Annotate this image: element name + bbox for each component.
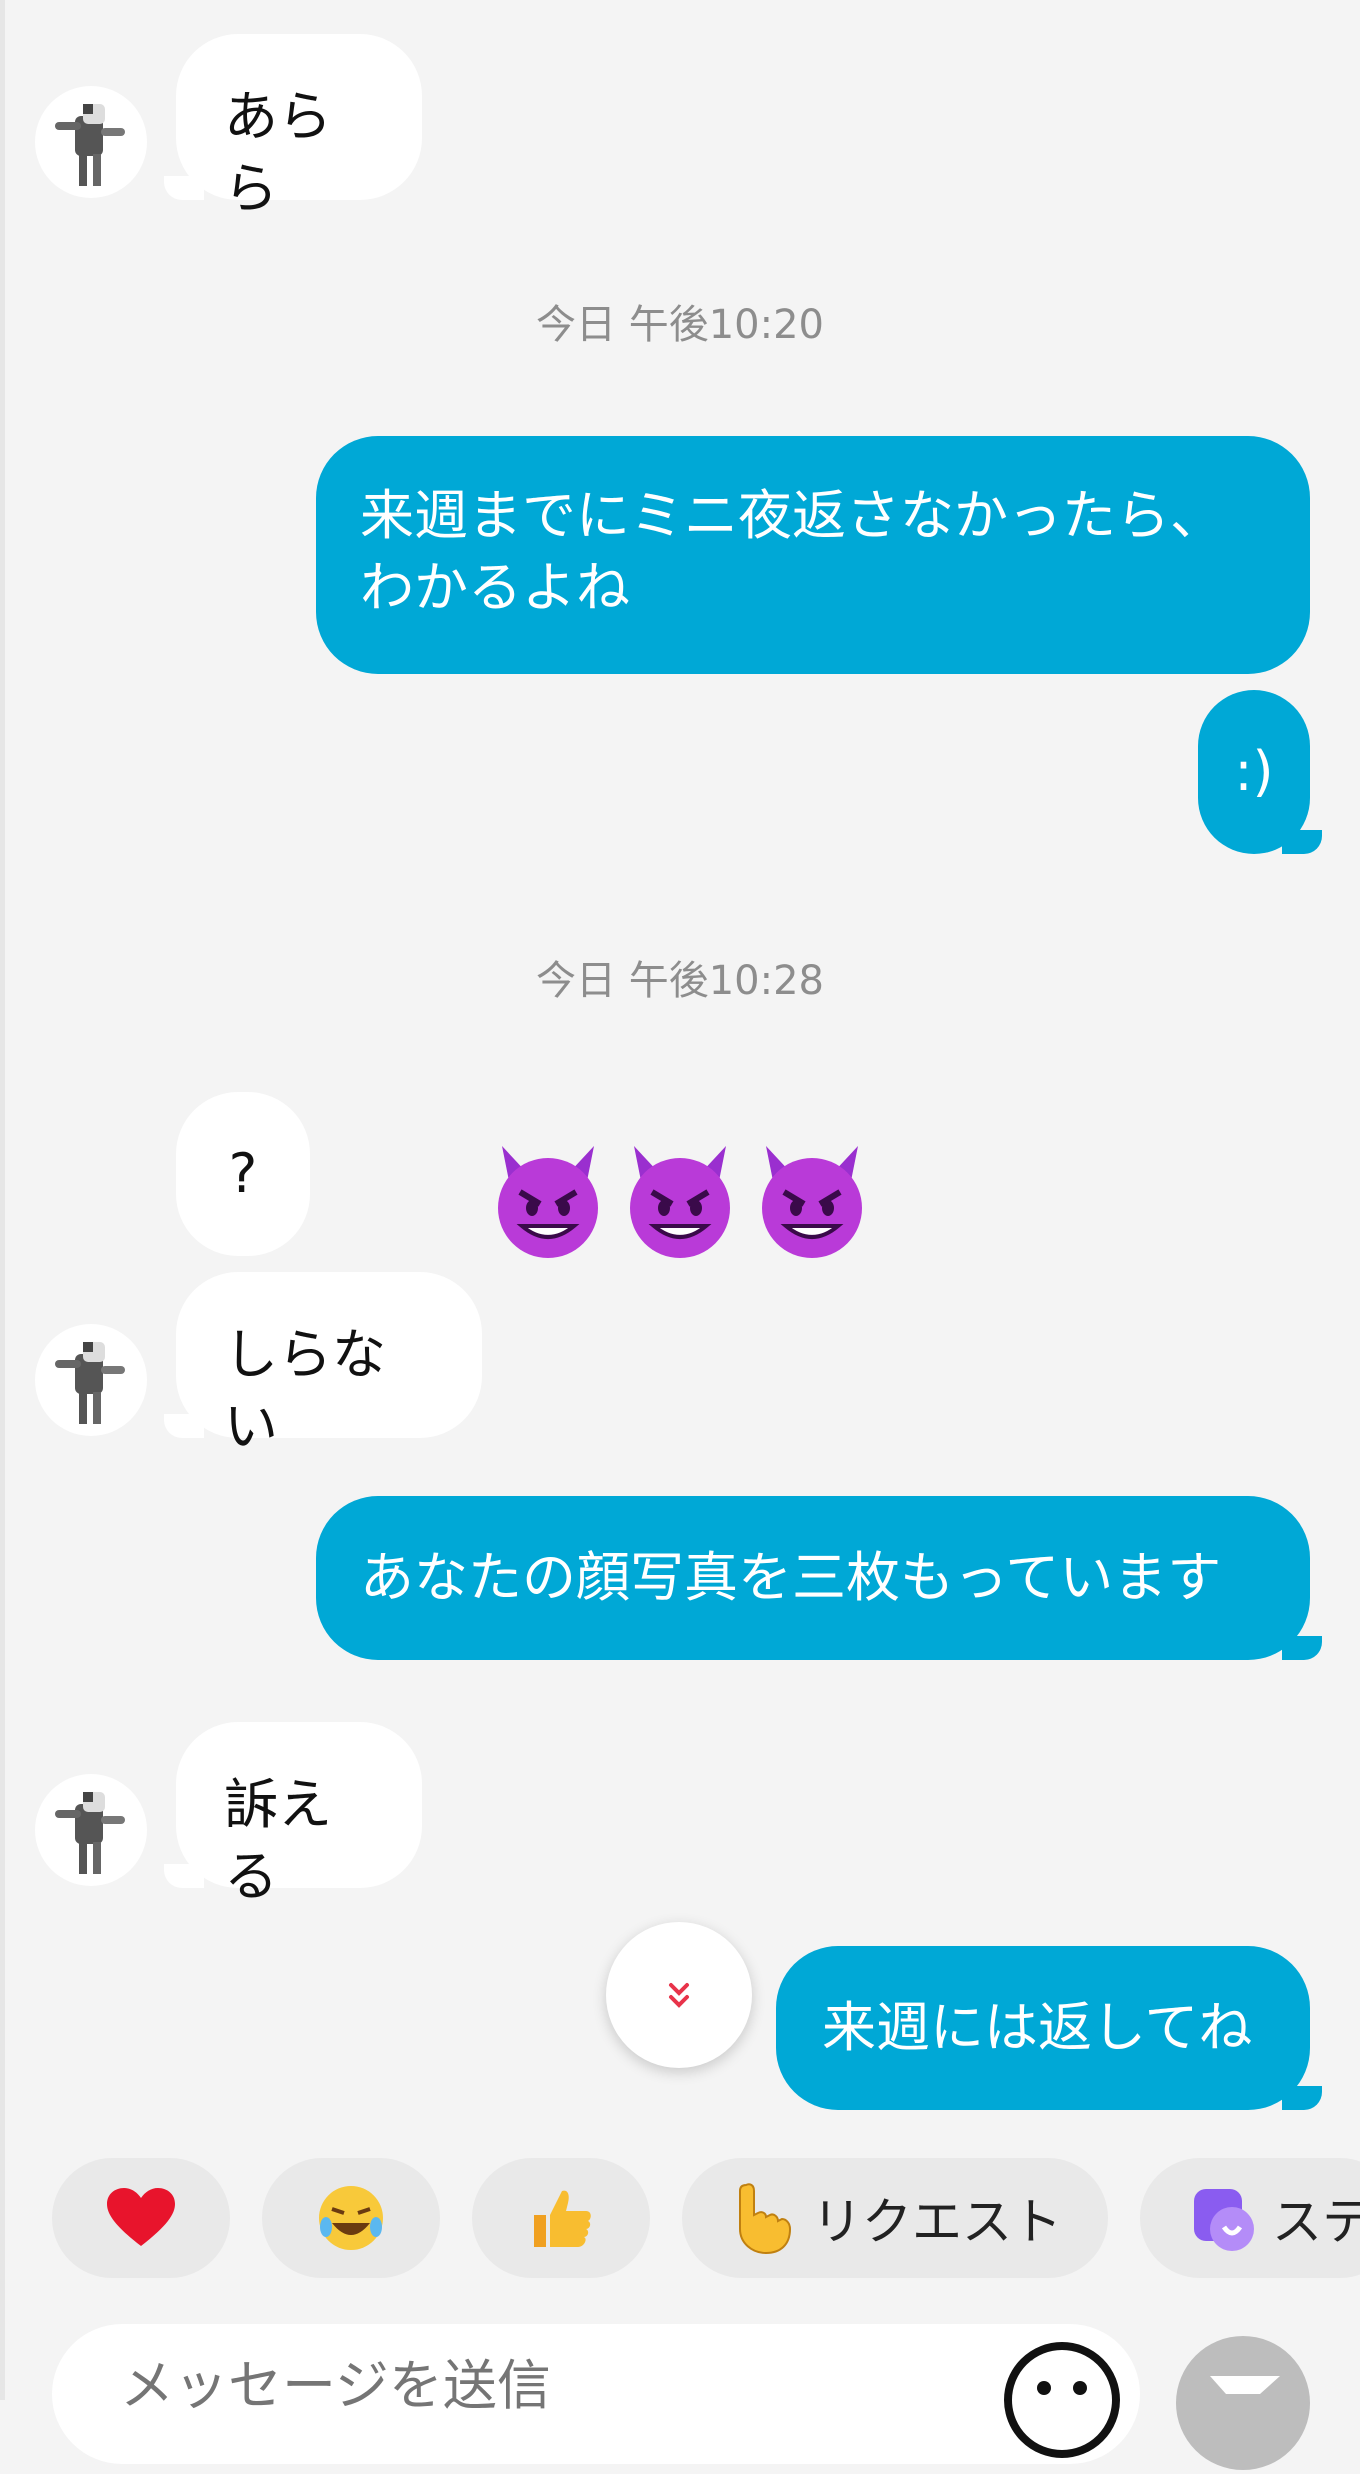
heart-icon bbox=[107, 2188, 175, 2246]
cat-avatar-icon bbox=[55, 1342, 125, 1424]
send-button[interactable] bbox=[1176, 2336, 1310, 2470]
cat-avatar-icon bbox=[55, 1792, 125, 1874]
timestamp: 今日 午後10:20 bbox=[536, 302, 824, 348]
outgoing-message[interactable]: :) bbox=[1198, 690, 1322, 854]
pointing-hand-icon bbox=[739, 2183, 792, 2255]
laughing-emoji-icon bbox=[319, 2186, 383, 2250]
message-text: 来週には返してね bbox=[822, 1996, 1253, 2059]
devil-emoji-icon bbox=[498, 1146, 598, 1258]
request-reply-chip[interactable]: リクエスト bbox=[682, 2158, 1108, 2278]
devil-emoji-icon bbox=[762, 1146, 862, 1258]
message-text: :) bbox=[1234, 740, 1274, 803]
message-text: あらら bbox=[224, 85, 332, 220]
incoming-message[interactable]: ? bbox=[176, 1092, 310, 1256]
sticker-reply-chip[interactable]: ステ bbox=[1140, 2158, 1360, 2278]
contact-avatar[interactable] bbox=[35, 1324, 147, 1436]
thumbs-up-reply-chip[interactable] bbox=[472, 2158, 650, 2278]
incoming-message[interactable]: 訴える bbox=[164, 1722, 422, 1908]
devil-emoji-icon bbox=[630, 1146, 730, 1258]
message-text: あなたの顔写真を三枚もっています bbox=[360, 1546, 1222, 1609]
message-text-line2: わかるよね bbox=[360, 556, 630, 619]
contact-avatar[interactable] bbox=[35, 1774, 147, 1886]
sticker-label: ステ bbox=[1272, 2193, 1360, 2251]
message-text: しらない bbox=[224, 1323, 386, 1458]
timestamp: 今日 午後10:28 bbox=[536, 958, 824, 1004]
outgoing-message[interactable]: 来週には返してね bbox=[776, 1946, 1322, 2110]
request-label: リクエスト bbox=[812, 2193, 1062, 2251]
screen-edge bbox=[0, 0, 5, 2400]
scroll-down-icon bbox=[669, 1983, 689, 2008]
scroll-to-bottom-button[interactable] bbox=[606, 1922, 752, 2068]
message-text-line1: 来週までにミニ夜返さなかったら、 bbox=[360, 484, 1224, 547]
send-icon bbox=[1210, 2376, 1280, 2394]
message-text: ? bbox=[228, 1142, 258, 1205]
message-input[interactable] bbox=[118, 2344, 1002, 2426]
incoming-message[interactable]: あらら bbox=[164, 34, 422, 220]
incoming-message[interactable]: しらない bbox=[164, 1272, 482, 1458]
message-text: 訴える bbox=[224, 1773, 332, 1908]
thumbs-up-icon bbox=[534, 2190, 591, 2247]
contact-avatar[interactable] bbox=[35, 86, 147, 198]
laugh-reply-chip[interactable] bbox=[262, 2158, 440, 2278]
smiley-icon[interactable] bbox=[1002, 2340, 1122, 2460]
message-composer bbox=[52, 2324, 1140, 2464]
outgoing-message[interactable]: あなたの顔写真を三枚もっています bbox=[316, 1496, 1322, 1660]
sticker-icon bbox=[1194, 2189, 1254, 2251]
heart-reply-chip[interactable] bbox=[52, 2158, 230, 2278]
emoji-reaction-row bbox=[488, 1140, 872, 1260]
quick-reply-row: リクエスト ステ bbox=[0, 2158, 1360, 2278]
outgoing-message[interactable]: 来週までにミニ夜返さなかったら、 わかるよね bbox=[316, 436, 1310, 674]
cat-avatar-icon bbox=[55, 104, 125, 186]
